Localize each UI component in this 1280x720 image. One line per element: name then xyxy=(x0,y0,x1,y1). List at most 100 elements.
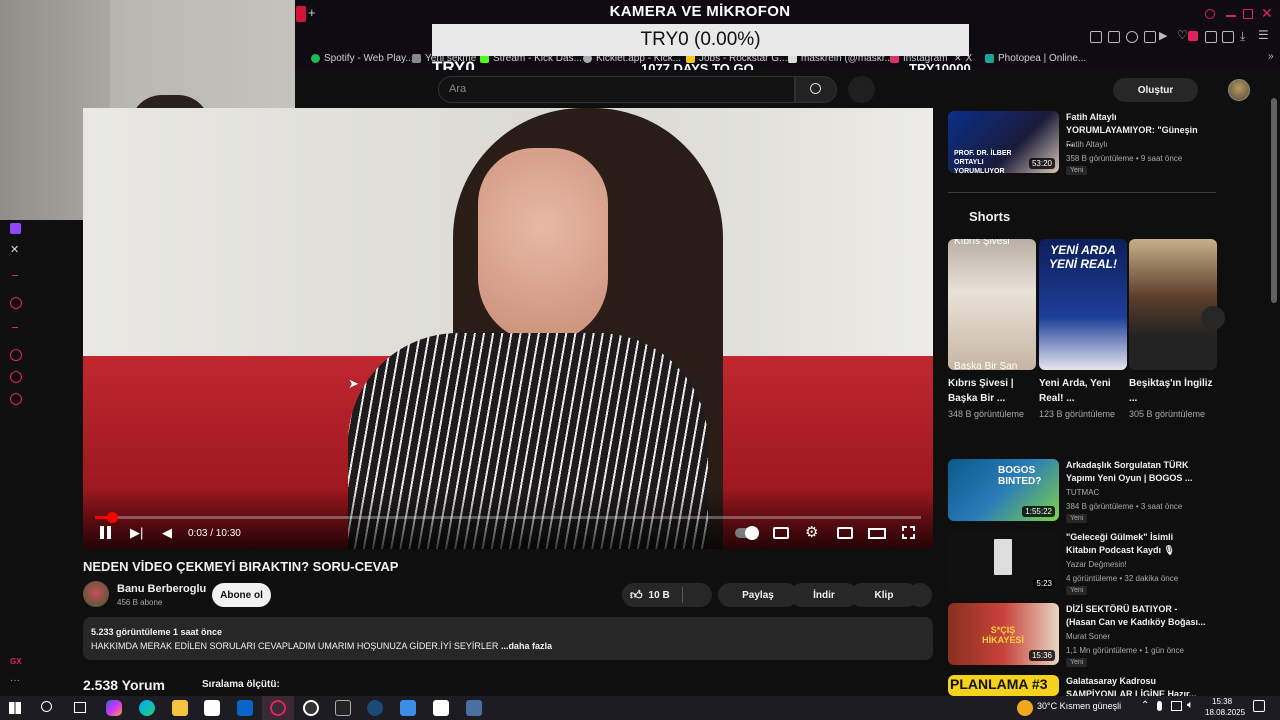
short-title[interactable]: Yeni Arda, Yeni Real! ... xyxy=(1039,376,1127,406)
bookmark-photopea[interactable]: Photopea | Online... xyxy=(985,53,1086,64)
recommended-video[interactable]: PLANLAMA #3 Galatasaray Kadrosu ŞAMPİYON… xyxy=(948,675,1218,696)
like-count[interactable]: 10 B xyxy=(649,590,670,601)
shorts-next-arrow[interactable] xyxy=(1201,306,1225,330)
recommended-video[interactable]: 5:23 "Geleceği Gülmek" İsimli Kitabın Po… xyxy=(948,531,1218,599)
subscribe-button[interactable]: Abone ol xyxy=(212,583,271,607)
gx-icon[interactable]: GX xyxy=(10,657,22,666)
clock-date[interactable]: 18.08.2025 xyxy=(1205,708,1245,717)
search-button[interactable] xyxy=(795,76,837,103)
opera-gx-icon[interactable] xyxy=(270,700,286,716)
short-thumbnail[interactable]: YENİ ARDA YENİ REAL! xyxy=(1039,239,1127,370)
x-icon[interactable]: ✕ xyxy=(10,243,19,256)
recommended-video[interactable]: S*ÇIŞ HİKAYESİ 15:36 DİZİ SEKTÖRÜ BATIYO… xyxy=(948,603,1218,671)
network-icon[interactable] xyxy=(1171,701,1182,711)
edge-icon[interactable] xyxy=(139,700,155,716)
video-thumbnail[interactable]: S*ÇIŞ HİKAYESİ 15:36 xyxy=(948,603,1059,665)
pause-button[interactable] xyxy=(100,526,111,544)
settings-gear-icon[interactable]: ⚙ xyxy=(805,523,818,541)
short-item[interactable]: YENİ ARDA YENİ REAL! Yeni Arda, Yeni Rea… xyxy=(1039,239,1127,421)
notes-icon[interactable] xyxy=(400,700,416,716)
heart-icon[interactable]: ♡ xyxy=(1177,28,1188,42)
tray-overflow-icon[interactable]: ⌃ xyxy=(1141,700,1149,711)
more-icon[interactable]: ··· xyxy=(10,675,20,686)
download-button[interactable]: İndir xyxy=(790,583,858,607)
description-box[interactable]: 5.233 görüntüleme 1 saat önce HAKKIMDA M… xyxy=(83,617,933,660)
fullscreen-icon[interactable] xyxy=(902,526,915,539)
shield-icon[interactable] xyxy=(1126,31,1138,43)
short-item[interactable]: Kıbrıs Şivesi Başka Bir Şan Kıbrıs Şives… xyxy=(948,239,1036,421)
search-icon[interactable] xyxy=(41,701,52,712)
description-more-link[interactable]: ...daha fazla xyxy=(501,641,552,651)
play-icon[interactable]: ▶ xyxy=(1159,29,1167,42)
voice-search-button[interactable] xyxy=(848,76,875,103)
store-icon[interactable] xyxy=(204,700,220,716)
new-tab-button[interactable]: + xyxy=(308,5,316,20)
calculator-icon[interactable] xyxy=(466,700,482,716)
captions-icon[interactable] xyxy=(773,527,789,539)
short-thumbnail[interactable]: Kıbrıs Şivesi Başka Bir Şan xyxy=(948,239,1036,370)
steam-icon[interactable] xyxy=(367,700,383,716)
bookmark-spotify[interactable]: Spotify - Web Play... xyxy=(311,53,414,64)
menu-icon[interactable]: ☰ xyxy=(1258,28,1269,42)
minimize-icon[interactable] xyxy=(1226,15,1236,17)
settings-icon[interactable] xyxy=(10,393,22,405)
video-channel[interactable]: Yazar Değmesin! xyxy=(1066,560,1127,569)
like-icon[interactable]: 👍︎ xyxy=(630,588,643,603)
video-channel[interactable]: Murat Soner xyxy=(1066,632,1110,641)
recommended-video[interactable]: PROF. DR. İLBER ORTAYLI YORUMLUYOR 53:20… xyxy=(948,111,1218,179)
next-button[interactable]: ▶| xyxy=(130,525,143,541)
snapshot-icon[interactable] xyxy=(1222,31,1234,43)
short-thumbnail[interactable] xyxy=(1129,239,1217,370)
video-thumbnail[interactable]: PLANLAMA #3 xyxy=(948,675,1059,696)
player-sidebar-icon[interactable] xyxy=(1188,31,1198,41)
puzzle-icon[interactable] xyxy=(1205,31,1217,43)
download-icon[interactable]: ⤓ xyxy=(1240,29,1245,44)
channel-avatar[interactable] xyxy=(83,581,109,607)
sort-comments-button[interactable]: Sıralama ölçütü: xyxy=(202,679,280,690)
copilot-icon[interactable] xyxy=(106,700,122,716)
video-player[interactable]: ▶| ◀ 0:03 / 10:30 ⚙ ➤ xyxy=(83,108,933,549)
video-title-link[interactable]: Arkadaşlık Sorgulatan TÜRK Yapımı Yeni O… xyxy=(1066,459,1206,485)
video-thumbnail[interactable]: 5:23 xyxy=(948,531,1059,593)
account-avatar[interactable] xyxy=(1228,79,1250,101)
browser-logo[interactable] xyxy=(296,6,306,22)
epic-games-icon[interactable] xyxy=(335,700,351,716)
history-icon[interactable] xyxy=(10,349,22,361)
obs-icon[interactable] xyxy=(303,700,319,716)
chat-icon[interactable] xyxy=(10,371,22,383)
video-title-link[interactable]: DİZİ SEKTÖRÜ BATIYOR - (Hasan Can ve Kad… xyxy=(1066,603,1206,629)
video-title-link[interactable]: Galatasaray Kadrosu ŞAMPİYONLAR LİGİNE H… xyxy=(1066,675,1206,696)
create-button[interactable]: Oluştur xyxy=(1113,78,1198,102)
bookmarks-overflow-icon[interactable]: » xyxy=(1268,51,1274,62)
recommended-video[interactable]: BOGOS BINTED? 1:55:22 Arkadaşlık Sorgula… xyxy=(948,459,1218,527)
close-icon[interactable]: ✕ xyxy=(1261,5,1273,22)
video-thumbnail[interactable]: BOGOS BINTED? 1:55:22 xyxy=(948,459,1059,521)
weather-text[interactable]: 30°C Kısmen güneşli xyxy=(1037,701,1121,711)
page-scrollbar[interactable] xyxy=(1271,98,1277,303)
autoplay-toggle[interactable] xyxy=(735,526,759,540)
theater-mode-icon[interactable] xyxy=(868,528,886,539)
volume-icon[interactable]: 🔈︎ xyxy=(1187,699,1194,712)
video-thumbnail[interactable]: PROF. DR. İLBER ORTAYLI YORUMLUYOR 53:20 xyxy=(948,111,1059,173)
search-input[interactable]: Ara xyxy=(438,76,795,103)
block-icon[interactable] xyxy=(1144,31,1156,43)
short-title[interactable]: Kıbrıs Şivesi | Başka Bir ... xyxy=(948,376,1036,406)
task-view-icon[interactable] xyxy=(74,702,86,713)
notifications-icon[interactable] xyxy=(1253,700,1265,712)
miniplayer-icon[interactable] xyxy=(837,527,853,539)
video-title-link[interactable]: "Geleceği Gülmek" İsimli Kitabın Podcast… xyxy=(1066,531,1206,557)
start-icon[interactable] xyxy=(9,702,21,714)
file-explorer-icon[interactable] xyxy=(172,700,188,716)
outlook-icon[interactable] xyxy=(237,700,253,716)
short-title[interactable]: Beşiktaş'ın İngiliz ... xyxy=(1129,376,1217,406)
search-tabs-icon[interactable] xyxy=(1205,9,1215,19)
microphone-icon[interactable] xyxy=(1157,701,1162,711)
capcut-icon[interactable] xyxy=(433,700,449,716)
more-actions-button[interactable] xyxy=(908,583,932,607)
video-channel[interactable]: Fatih Altaylı xyxy=(1066,140,1107,149)
twitch-icon[interactable] xyxy=(10,223,21,234)
extension-icon[interactable] xyxy=(1090,31,1102,43)
maximize-icon[interactable] xyxy=(1243,9,1253,19)
clock-time[interactable]: 15:38 xyxy=(1212,697,1232,706)
seek-handle[interactable] xyxy=(107,512,118,523)
